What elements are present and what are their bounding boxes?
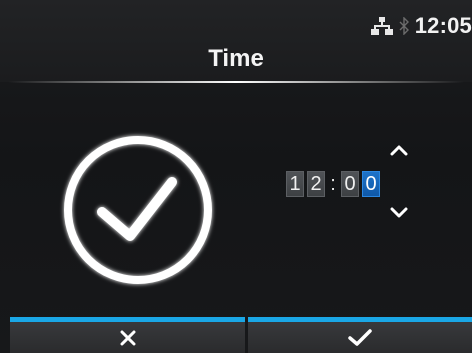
time-editor: 1 2 : 0 0 xyxy=(286,171,380,197)
minute-tens-digit[interactable]: 0 xyxy=(341,171,359,197)
cancel-button[interactable] xyxy=(10,317,245,353)
time-settings-screen: 12:05 Time 1 2 : 0 0 xyxy=(0,0,472,353)
checkmark-icon xyxy=(348,329,372,346)
hour-tens-digit[interactable]: 1 xyxy=(286,171,304,197)
increment-chevron-icon[interactable] xyxy=(389,144,409,156)
bluetooth-icon xyxy=(399,17,409,35)
time-separator: : xyxy=(330,173,336,195)
network-icon xyxy=(370,17,393,35)
status-time: 12:05 xyxy=(414,13,472,38)
decrement-chevron-icon[interactable] xyxy=(389,207,409,219)
page-title: Time xyxy=(208,45,264,72)
clock-icon xyxy=(64,136,212,284)
minute-ones-digit[interactable]: 0 xyxy=(362,171,380,197)
header: 12:05 Time xyxy=(0,0,472,82)
close-icon xyxy=(120,330,135,346)
status-bar: 12:05 xyxy=(370,12,472,40)
hour-ones-digit[interactable]: 2 xyxy=(307,171,325,197)
title-divider xyxy=(8,81,464,83)
confirm-button[interactable] xyxy=(248,317,472,353)
